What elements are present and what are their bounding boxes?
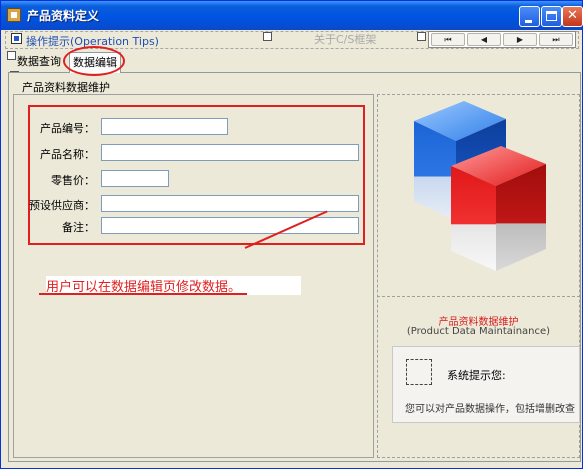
product-name-label: 产品名称： <box>40 148 95 161</box>
next-record-button[interactable]: ▶ <box>503 33 537 46</box>
first-record-button[interactable]: ⏮ <box>431 33 465 46</box>
minimize-button[interactable] <box>519 6 540 27</box>
annotation-underline <box>39 293 247 295</box>
nav-icon <box>417 32 426 41</box>
remark-input[interactable] <box>101 217 359 234</box>
window-title: 产品资料定义 <box>27 9 100 23</box>
prev-record-button[interactable]: ◀ <box>467 33 501 46</box>
info-subtitle: (Product Data Maintainance) <box>406 326 551 337</box>
record-navigator: ⏮ ◀ ▶ ⏭ <box>428 31 576 48</box>
default-supplier-input[interactable] <box>101 195 359 212</box>
about-button[interactable]: 关于C/S框架 <box>314 31 376 47</box>
form-group-title: 产品资料数据维护 <box>22 81 110 94</box>
close-button[interactable]: ✕ <box>562 6 583 27</box>
product-name-input[interactable] <box>101 144 359 161</box>
maximize-button[interactable] <box>541 6 562 27</box>
system-tip-label: 系统提示您: <box>447 369 506 382</box>
product-cubes-image <box>414 101 546 271</box>
app-window: 产品资料定义 ✕ 操作提示(Operation Tips) 关于C/S框架 ⏮ … <box>0 0 583 469</box>
retail-price-label: 零售价： <box>51 174 95 187</box>
tab-highlight-ellipse <box>63 46 125 76</box>
app-icon <box>7 8 21 22</box>
tab-data-query[interactable]: 数据查询 <box>14 53 64 71</box>
system-tip-message: 您可以对产品数据操作，包括增删改查 <box>405 404 575 415</box>
tips-icon[interactable] <box>11 33 22 44</box>
last-record-button[interactable]: ⏭ <box>539 33 573 46</box>
system-tip-icon <box>406 359 432 385</box>
remark-label: 备注： <box>62 221 95 234</box>
default-supplier-label: 预设供应商： <box>29 199 95 212</box>
retail-price-input[interactable] <box>101 170 169 187</box>
about-icon[interactable] <box>263 32 272 41</box>
product-code-input[interactable] <box>101 118 228 135</box>
title-bar[interactable]: 产品资料定义 ✕ <box>1 1 583 30</box>
product-code-label: 产品编号： <box>40 122 95 135</box>
